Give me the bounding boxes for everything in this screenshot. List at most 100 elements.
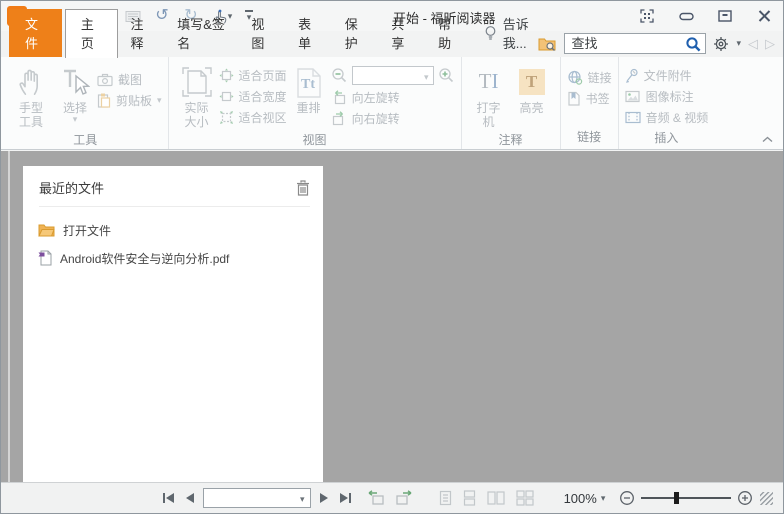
- page-number-combobox[interactable]: ▾: [203, 488, 311, 508]
- settings-gear-icon[interactable]: [713, 36, 729, 52]
- next-page-button[interactable]: [319, 488, 328, 508]
- previous-page-button[interactable]: [186, 488, 194, 508]
- tab-home[interactable]: 主页: [64, 9, 118, 58]
- reflow-button[interactable]: Tt 重排: [287, 63, 331, 115]
- recent-file-name: Android软件安全与逆向分析.pdf: [60, 251, 230, 266]
- select-cursor-icon: [60, 63, 90, 101]
- ribbon-group-view: 实际大小 适合页面 适合宽度 适合视区 Tt 重排 ▾ 向左旋转 向右旋转 视图: [169, 57, 462, 149]
- link-globe-icon: [567, 70, 583, 85]
- actual-size-button[interactable]: 实际大小: [175, 63, 219, 130]
- file-attachment-button[interactable]: 文件附件: [625, 65, 709, 86]
- ribbon-group-insert: 文件附件 图像标注 音频 & 视频 插入: [619, 57, 715, 149]
- nav-forward-icon[interactable]: ▷: [765, 37, 775, 50]
- clipboard-label: 剪贴板: [116, 94, 153, 108]
- link-label: 链接: [587, 71, 612, 85]
- fit-visible-button[interactable]: 适合视区: [219, 107, 287, 128]
- tab-file[interactable]: 文件: [9, 9, 62, 57]
- foxit-reader-window: G ↺ ↻ ▾ ▾ 开始 - 福昕阅读器: [0, 0, 784, 514]
- last-page-button[interactable]: [339, 488, 351, 508]
- group-label-comment: 注释: [498, 132, 523, 147]
- zoom-in-button[interactable]: [737, 488, 753, 508]
- fit-page-label: 适合页面: [238, 69, 287, 83]
- nav-back-icon[interactable]: ◁: [748, 37, 758, 50]
- link-button[interactable]: 链接: [567, 67, 612, 88]
- zoom-out-button[interactable]: [619, 488, 635, 508]
- select-button[interactable]: 选择 ▾: [53, 63, 97, 124]
- recent-files-title: 最近的文件: [39, 181, 105, 196]
- hand-tool-button[interactable]: 手型工具: [9, 63, 53, 130]
- facing-view-button[interactable]: [486, 488, 505, 508]
- ribbon-group-comment: TI 打字机 T 高亮 注释: [462, 57, 561, 149]
- single-page-view-button[interactable]: [439, 488, 452, 508]
- recent-file-item[interactable]: Android软件安全与逆向分析.pdf: [23, 244, 323, 272]
- recent-files-panel: 最近的文件 打开文件 Android软件安全与逆向分析.pdf: [23, 166, 323, 482]
- typewriter-button[interactable]: TI 打字机: [468, 63, 510, 130]
- navigation-pane-splitter[interactable]: [8, 151, 10, 482]
- tab-fill-sign[interactable]: 填写&签名: [164, 9, 238, 57]
- open-file-item[interactable]: 打开文件: [23, 216, 323, 244]
- ribbon-group-tools: 手型工具 选择 ▾ 截图 剪贴板 ▾ 工具: [3, 57, 169, 149]
- zoom-slider[interactable]: [641, 491, 732, 505]
- zoom-in-icon[interactable]: [438, 67, 455, 84]
- tab-form[interactable]: 表单: [285, 9, 332, 57]
- tab-view[interactable]: 视图: [238, 9, 285, 57]
- recent-files-list: 打开文件 Android软件安全与逆向分析.pdf: [23, 207, 323, 272]
- search-in-folder-icon[interactable]: [538, 36, 557, 52]
- group-label-links: 链接: [577, 130, 602, 144]
- fit-page-button[interactable]: 适合页面: [219, 65, 287, 86]
- close-icon[interactable]: [755, 7, 773, 25]
- reflow-icon: Tt: [294, 65, 324, 101]
- zoom-level-combobox[interactable]: ▾: [351, 65, 434, 85]
- window-controls: [638, 1, 773, 31]
- tab-comment[interactable]: 注释: [118, 9, 165, 57]
- minimize-icon[interactable]: [677, 7, 695, 25]
- search-box: [564, 33, 707, 54]
- maximize-icon[interactable]: [716, 7, 734, 25]
- clear-recent-trash-icon[interactable]: [296, 179, 310, 196]
- snapshot-button[interactable]: 截图: [97, 69, 162, 90]
- bookmark-button[interactable]: 书签: [567, 88, 612, 109]
- image-annotation-icon: [624, 90, 641, 104]
- clipboard-button[interactable]: 剪贴板 ▾: [97, 90, 162, 111]
- tell-me-button[interactable]: 告诉我...: [484, 14, 539, 57]
- audio-video-label: 音频 & 视频: [645, 111, 709, 125]
- collapse-ribbon-icon[interactable]: [762, 136, 773, 143]
- zoom-level-dropdown[interactable]: 100% ▾: [564, 488, 606, 508]
- zoom-slider-handle[interactable]: [673, 492, 679, 504]
- image-annotation-label: 图像标注: [645, 90, 694, 104]
- fit-visible-label: 适合视区: [238, 111, 287, 125]
- bookmark-label: 书签: [585, 92, 610, 106]
- previous-view-button[interactable]: [367, 488, 385, 508]
- rotate-left-label: 向左旋转: [351, 91, 400, 105]
- fullscreen-icon[interactable]: [638, 7, 656, 25]
- highlight-button[interactable]: T 高亮: [510, 63, 554, 115]
- fit-width-icon: [219, 89, 234, 104]
- fit-page-icon: [219, 68, 234, 83]
- resize-grip[interactable]: [760, 491, 773, 505]
- audio-video-button[interactable]: 音频 & 视频: [624, 107, 709, 128]
- rotate-left-button[interactable]: 向左旋转: [331, 87, 455, 108]
- lightbulb-icon: [484, 25, 497, 41]
- tab-protect[interactable]: 保护: [332, 9, 379, 57]
- status-bar: ▾ 100% ▾: [1, 482, 783, 513]
- image-annotation-button[interactable]: 图像标注: [624, 86, 709, 107]
- continuous-facing-view-button[interactable]: [515, 488, 534, 508]
- tab-help[interactable]: 帮助: [425, 9, 472, 57]
- search-input[interactable]: [565, 34, 706, 53]
- next-view-button[interactable]: [395, 488, 413, 508]
- rotate-right-button[interactable]: 向右旋转: [331, 108, 455, 129]
- typewriter-icon: TI: [478, 69, 499, 94]
- continuous-view-button[interactable]: [463, 488, 476, 508]
- zoom-out-icon[interactable]: [331, 67, 348, 84]
- snapshot-label: 截图: [118, 73, 143, 87]
- tab-share[interactable]: 共享: [378, 9, 425, 57]
- rotate-right-label: 向右旋转: [351, 112, 400, 126]
- fit-width-button[interactable]: 适合宽度: [219, 86, 287, 107]
- search-icon[interactable]: [685, 36, 702, 53]
- first-page-button[interactable]: [163, 488, 174, 508]
- tell-me-label: 告诉我...: [502, 17, 529, 51]
- group-label-tools: 工具: [73, 132, 98, 147]
- file-attachment-icon: [625, 68, 639, 83]
- settings-caret-icon[interactable]: ▾: [736, 39, 741, 48]
- open-file-label: 打开文件: [63, 223, 112, 238]
